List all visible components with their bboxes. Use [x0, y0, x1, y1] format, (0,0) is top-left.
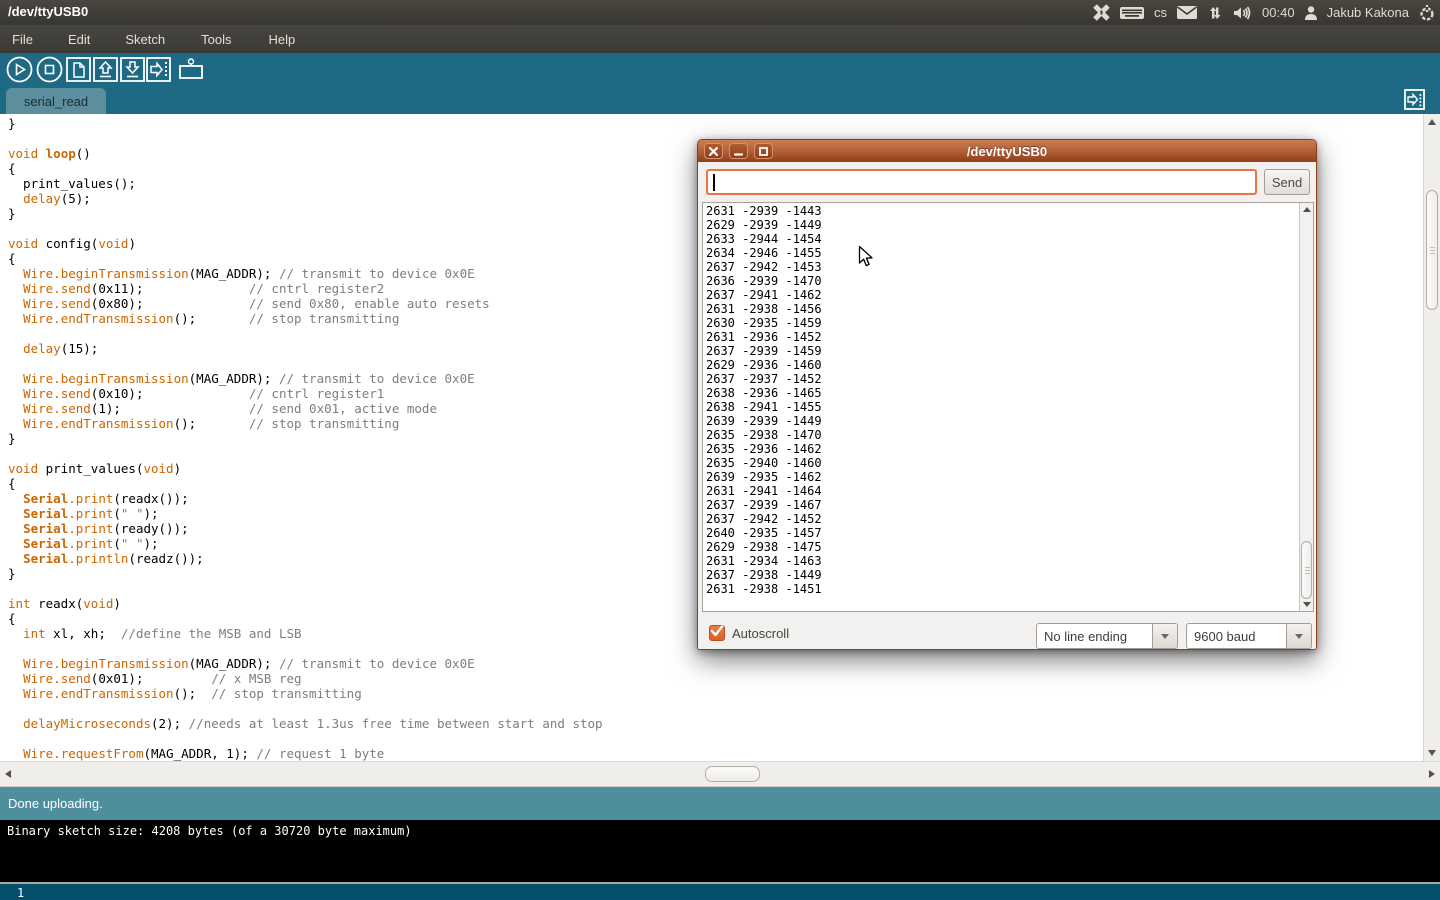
menu-help[interactable]: Help — [256, 27, 307, 52]
system-panel: /dev/ttyUSB0 cs 00:40 Jakub Kakona — [0, 0, 1440, 25]
scroll-down-icon[interactable] — [1303, 602, 1311, 607]
keyboard-icon[interactable] — [1119, 5, 1145, 21]
toolbar — [0, 53, 1440, 86]
baud-rate-value: 9600 baud — [1187, 624, 1286, 648]
scroll-right-icon[interactable] — [1429, 770, 1435, 778]
serial-window-body: Send 2631 -2939 -1443 2629 -2939 -1449 2… — [698, 162, 1316, 649]
x-badge-icon[interactable] — [1093, 4, 1110, 21]
chevron-down-icon[interactable] — [1286, 624, 1311, 648]
line-number: 1 — [17, 886, 24, 900]
menubar: File Edit Sketch Tools Help — [0, 25, 1440, 53]
console-text: Binary sketch size: 4208 bytes (of a 307… — [7, 824, 412, 838]
keyboard-layout-label[interactable]: cs — [1154, 5, 1167, 20]
serial-monitor-icon[interactable] — [178, 57, 205, 84]
editor-hscroll-handle[interactable] — [705, 766, 760, 782]
text-caret — [713, 174, 715, 191]
maximize-icon[interactable] — [754, 143, 773, 159]
tab-bar: serial_read — [0, 86, 1440, 114]
editor-footer: 1 — [0, 882, 1440, 900]
tab-serial-read[interactable]: serial_read — [6, 88, 106, 114]
serial-output[interactable]: 2631 -2939 -1443 2629 -2939 -1449 2633 -… — [702, 202, 1314, 612]
save-icon[interactable] — [120, 57, 147, 84]
scroll-down-icon[interactable] — [1428, 750, 1436, 756]
tab-menu-icon[interactable] — [1404, 89, 1425, 110]
mouse-cursor-icon — [858, 246, 874, 273]
system-tray: cs 00:40 Jakub Kakona — [1093, 0, 1436, 25]
serial-input[interactable] — [706, 169, 1257, 195]
menu-tools[interactable]: Tools — [189, 27, 243, 52]
scroll-left-icon[interactable] — [5, 770, 11, 778]
mail-icon[interactable] — [1176, 5, 1198, 20]
line-ending-value: No line ending — [1037, 624, 1152, 648]
clock-label[interactable]: 00:40 — [1262, 5, 1295, 20]
updown-arrows-icon[interactable] — [1207, 5, 1223, 21]
volume-icon[interactable] — [1232, 5, 1253, 21]
scroll-up-icon[interactable] — [1428, 119, 1436, 125]
serial-scroll-handle[interactable] — [1301, 541, 1312, 599]
autoscroll-label[interactable]: Autoscroll — [732, 626, 789, 641]
serial-window-titlebar[interactable]: /dev/ttyUSB0 — [698, 140, 1316, 162]
serial-monitor-window: /dev/ttyUSB0 Send 2631 -2939 -1443 2629 … — [697, 139, 1317, 650]
session-gear-icon[interactable] — [1418, 4, 1436, 22]
menu-edit[interactable]: Edit — [56, 27, 102, 52]
autoscroll-checkbox[interactable] — [709, 625, 725, 641]
editor-vertical-scrollbar[interactable] — [1423, 114, 1440, 761]
verify-icon[interactable] — [6, 56, 33, 83]
upload-icon[interactable] — [146, 57, 173, 84]
open-icon[interactable] — [93, 57, 120, 84]
close-icon[interactable] — [704, 143, 723, 159]
baud-rate-dropdown[interactable]: 9600 baud — [1186, 623, 1312, 649]
minimize-icon[interactable] — [729, 143, 748, 159]
line-ending-dropdown[interactable]: No line ending — [1036, 623, 1178, 649]
serial-vertical-scrollbar[interactable] — [1299, 203, 1313, 611]
send-button[interactable]: Send — [1264, 169, 1310, 195]
console-output: Binary sketch size: 4208 bytes (of a 307… — [0, 820, 1440, 882]
window-title: /dev/ttyUSB0 — [8, 4, 88, 19]
chevron-down-icon[interactable] — [1152, 624, 1177, 648]
username-label[interactable]: Jakub Kakona — [1327, 5, 1409, 20]
stop-icon[interactable] — [36, 56, 63, 83]
tab-label: serial_read — [24, 94, 88, 109]
serial-window-title: /dev/ttyUSB0 — [698, 144, 1316, 159]
user-icon[interactable] — [1304, 5, 1318, 21]
scroll-up-icon[interactable] — [1303, 207, 1311, 212]
serial-bottom-bar: Autoscroll No line ending 9600 baud — [698, 620, 1316, 649]
status-bar: Done uploading. — [0, 786, 1440, 820]
menu-sketch[interactable]: Sketch — [113, 27, 177, 52]
new-sketch-icon[interactable] — [66, 57, 93, 84]
send-label: Send — [1272, 175, 1302, 190]
editor-scroll-handle[interactable] — [1426, 190, 1438, 310]
status-message: Done uploading. — [8, 796, 103, 811]
serial-output-text: 2631 -2939 -1443 2629 -2939 -1449 2633 -… — [706, 204, 822, 596]
code-text: } void loop(){ print_values(); delay(5);… — [8, 116, 603, 761]
editor-horizontal-scrollbar[interactable] — [0, 761, 1440, 786]
menu-file[interactable]: File — [0, 27, 45, 52]
screen: /dev/ttyUSB0 cs 00:40 Jakub Kakona — [0, 0, 1440, 900]
